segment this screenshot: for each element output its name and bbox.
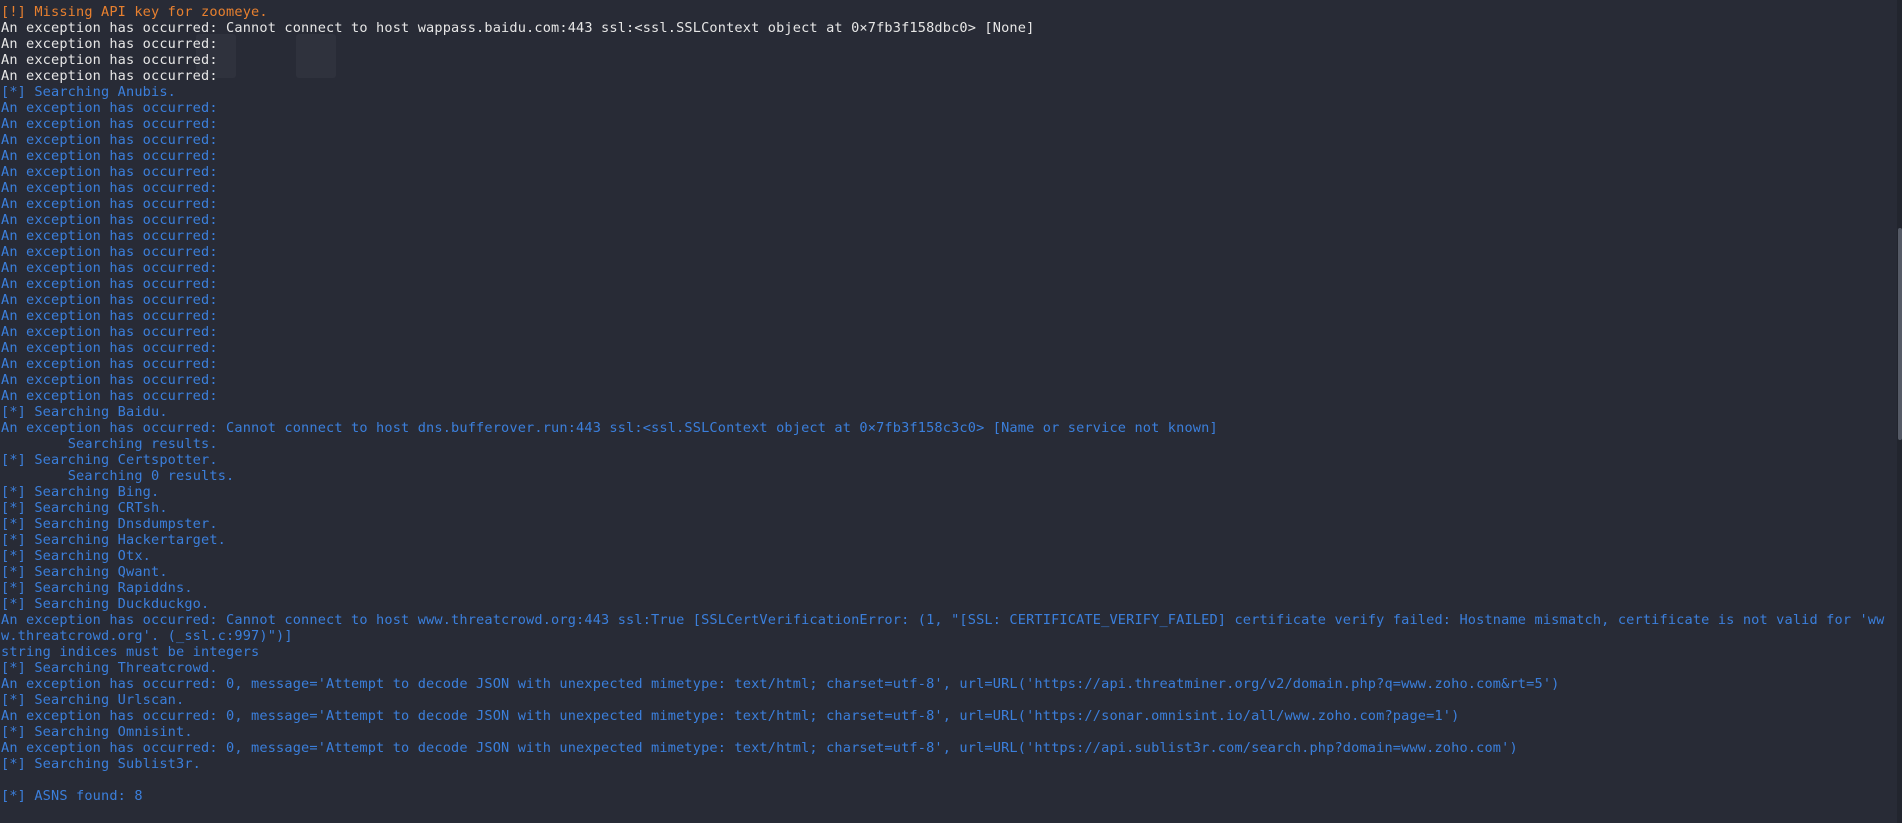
- terminal-line: An exception has occurred:: [1, 100, 218, 116]
- terminal-line: [*] ASNS found: 8: [1, 788, 143, 804]
- terminal-line: An exception has occurred:: [1, 372, 218, 388]
- terminal-line: An exception has occurred:: [1, 196, 218, 212]
- terminal-line: [*] Searching Anubis.: [1, 84, 177, 100]
- terminal-line: [*] Searching Omnisint.: [1, 724, 193, 740]
- terminal-line: [*] Searching Baidu.: [1, 404, 168, 420]
- terminal-line: An exception has occurred:: [1, 148, 218, 164]
- scrollbar-track[interactable]: [1897, 0, 1902, 823]
- terminal-line: string indices must be integers: [1, 644, 260, 660]
- terminal-line: An exception has occurred:: [1, 164, 218, 180]
- terminal-line: Searching results.: [1, 436, 218, 452]
- terminal-line: An exception has occurred:: [1, 260, 218, 276]
- terminal-line: An exception has occurred: 0, message='A…: [1, 708, 1460, 724]
- terminal-line: An exception has occurred:: [1, 132, 218, 148]
- terminal-output[interactable]: [!] Missing API key for zoomeye. An excep…: [1, 4, 1891, 804]
- terminal-line: An exception has occurred: Cannot connec…: [1, 420, 1218, 436]
- terminal-line: [*] Searching Otx.: [1, 548, 152, 564]
- terminal-line: An exception has occurred:: [1, 388, 218, 404]
- terminal-line: [*] Searching Duckduckgo.: [1, 596, 210, 612]
- terminal-line: An exception has occurred:: [1, 52, 218, 68]
- terminal-line: [*] Searching Qwant.: [1, 564, 168, 580]
- terminal-line: An exception has occurred:: [1, 340, 218, 356]
- terminal-line: An exception has occurred:: [1, 324, 218, 340]
- terminal-line: An exception has occurred:: [1, 356, 218, 372]
- terminal-line: Searching 0 results.: [1, 468, 235, 484]
- terminal-line: [*] Searching Hackertarget.: [1, 532, 227, 548]
- terminal-line: An exception has occurred:: [1, 276, 218, 292]
- terminal-line: An exception has occurred: 0, message='A…: [1, 676, 1560, 692]
- terminal-line: [*] Searching CRTsh.: [1, 500, 168, 516]
- terminal-line: [*] Searching Bing.: [1, 484, 160, 500]
- terminal-line: An exception has occurred:: [1, 244, 218, 260]
- terminal-line: An exception has occurred: 0, message='A…: [1, 740, 1518, 756]
- terminal-line: An exception has occurred:: [1, 36, 218, 52]
- terminal-line: An exception has occurred:: [1, 292, 218, 308]
- terminal-line: [*] Searching Sublist3r.: [1, 756, 202, 772]
- terminal-line: An exception has occurred:: [1, 180, 218, 196]
- terminal-line: [!] Missing API key for zoomeye.: [1, 4, 268, 20]
- scrollbar-thumb[interactable]: [1898, 228, 1902, 440]
- terminal-line: [*] Searching Certspotter.: [1, 452, 218, 468]
- terminal-line: An exception has occurred:: [1, 116, 218, 132]
- terminal-window[interactable]: [!] Missing API key for zoomeye. An excep…: [0, 0, 1902, 823]
- terminal-line: An exception has occurred:: [1, 68, 218, 84]
- terminal-line: An exception has occurred: Cannot connec…: [1, 20, 1035, 36]
- terminal-line: An exception has occurred: Cannot connec…: [1, 612, 1885, 644]
- terminal-line: An exception has occurred:: [1, 212, 218, 228]
- terminal-line: [*] Searching Urlscan.: [1, 692, 185, 708]
- terminal-line: [*] Searching Rapiddns.: [1, 580, 193, 596]
- terminal-line: [*] Searching Dnsdumpster.: [1, 516, 218, 532]
- terminal-line: An exception has occurred:: [1, 308, 218, 324]
- terminal-line: An exception has occurred:: [1, 228, 218, 244]
- terminal-line: [*] Searching Threatcrowd.: [1, 660, 218, 676]
